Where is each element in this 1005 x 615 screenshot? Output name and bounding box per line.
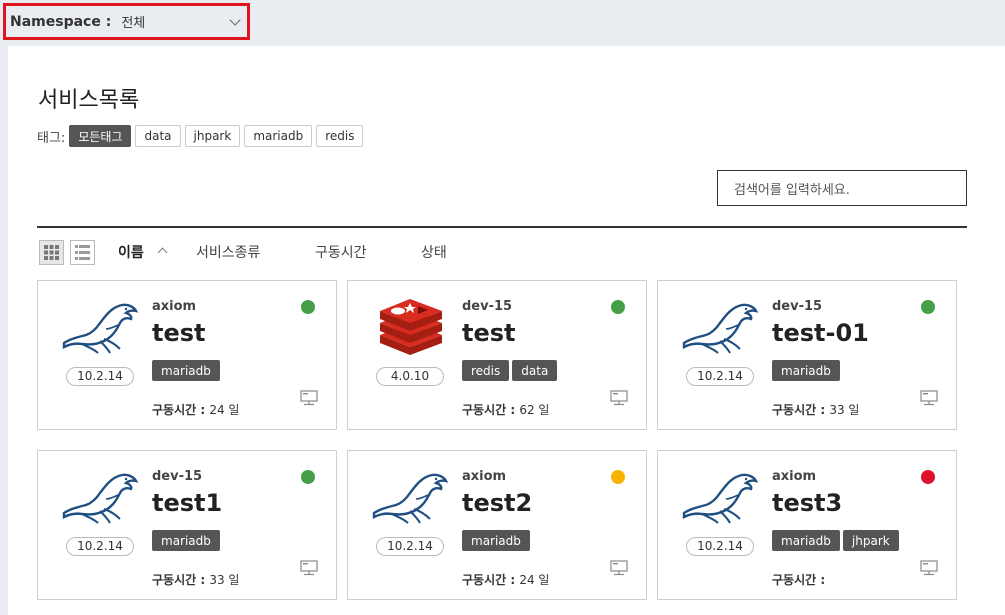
mariadb-seal-icon [680, 465, 760, 525]
monitor-icon[interactable] [610, 390, 628, 406]
version-badge: 10.2.14 [686, 367, 754, 386]
tag-filter-redis[interactable]: redis [316, 125, 364, 147]
uptime-text: 구동시간 : 33 일 [152, 571, 239, 588]
mariadb-seal-icon [370, 465, 450, 525]
uptime-text: 구동시간 : 24 일 [462, 571, 549, 588]
sort-by-uptime[interactable]: 구동시간 [315, 242, 367, 262]
card-tag: mariadb [152, 360, 220, 381]
service-card[interactable]: 10.2.14 axiom test2 mariadb 구동시간 : 24 일 [347, 450, 647, 600]
list-view-button[interactable] [70, 240, 95, 265]
mariadb-seal-icon [680, 295, 760, 355]
uptime-label: 구동시간 : [152, 403, 206, 417]
mariadb-seal-icon [60, 295, 140, 355]
tag-filter-jhpark[interactable]: jhpark [184, 125, 241, 147]
uptime-label: 구동시간 : [772, 573, 826, 587]
card-namespace: dev-15 [462, 299, 513, 314]
card-namespace: axiom [772, 469, 817, 484]
monitor-icon[interactable] [300, 560, 318, 576]
grid-icon [44, 245, 59, 260]
namespace-value: 전체 [121, 16, 146, 31]
uptime-value: 33 일 [209, 573, 240, 587]
service-card[interactable]: 4.0.10 dev-15 test redis data 구동시간 : 62 일 [347, 280, 647, 430]
page-title: 서비스목록 [38, 88, 140, 113]
version-badge: 10.2.14 [66, 537, 134, 556]
uptime-value: 24 일 [519, 573, 550, 587]
card-service-name[interactable]: test-01 [772, 319, 869, 347]
card-tag: mariadb [152, 530, 220, 551]
list-icon [75, 245, 90, 260]
card-tag: jhpark [842, 530, 899, 551]
service-card[interactable]: 10.2.14 dev-15 test-01 mariadb 구동시간 : 33 일 [657, 280, 957, 430]
search-input[interactable]: 검색어를 입력하세요. [717, 170, 967, 206]
mariadb-seal-icon [60, 465, 140, 525]
version-badge: 10.2.14 [66, 367, 134, 386]
status-dot [611, 300, 625, 314]
service-card[interactable]: 10.2.14 axiom test3 mariadb jhpark 구동시간 : [657, 450, 957, 600]
card-service-name[interactable]: test [152, 319, 206, 347]
card-service-name[interactable]: test3 [772, 489, 842, 517]
card-namespace: axiom [462, 469, 507, 484]
monitor-icon[interactable] [610, 560, 628, 576]
service-card[interactable]: 10.2.14 dev-15 test1 mariadb 구동시간 : 33 일 [37, 450, 337, 600]
card-tags: mariadb jhpark [772, 530, 902, 551]
namespace-label: Namespace : [10, 13, 112, 30]
card-tag: mariadb [772, 360, 840, 381]
status-dot [921, 470, 935, 484]
grid-view-button[interactable] [39, 240, 64, 265]
uptime-value: 33 일 [829, 403, 860, 417]
uptime-text: 구동시간 : [772, 571, 825, 588]
tag-filter-all[interactable]: 모든태그 [69, 125, 132, 147]
monitor-icon[interactable] [920, 560, 938, 576]
tag-filter: 태그: 모든태그 data jhpark mariadb redis [37, 125, 367, 147]
card-tag: mariadb [772, 530, 840, 551]
namespace-select[interactable]: Namespace : 전체 [3, 3, 250, 40]
version-badge: 4.0.10 [376, 367, 444, 386]
card-namespace: dev-15 [152, 469, 203, 484]
service-card[interactable]: 10.2.14 axiom test mariadb 구동시간 : 24 일 [37, 280, 337, 430]
sort-ascending-icon [157, 247, 168, 258]
sort-by-name[interactable]: 이름 [118, 242, 144, 262]
card-tags: mariadb [462, 530, 533, 551]
card-tag: mariadb [462, 530, 530, 551]
uptime-text: 구동시간 : 33 일 [772, 401, 859, 418]
card-tags: mariadb [152, 360, 223, 381]
status-dot [611, 470, 625, 484]
card-namespace: axiom [152, 299, 197, 314]
card-tag: redis [462, 360, 510, 381]
status-dot [301, 300, 315, 314]
monitor-icon[interactable] [300, 390, 318, 406]
version-badge: 10.2.14 [686, 537, 754, 556]
uptime-label: 구동시간 : [462, 573, 516, 587]
monitor-icon[interactable] [920, 390, 938, 406]
uptime-text: 구동시간 : 62 일 [462, 401, 549, 418]
card-service-name[interactable]: test2 [462, 489, 532, 517]
tag-filter-mariadb[interactable]: mariadb [244, 125, 313, 147]
redis-cube-icon [370, 295, 450, 355]
status-dot [301, 470, 315, 484]
uptime-label: 구동시간 : [772, 403, 826, 417]
status-dot [921, 300, 935, 314]
sort-by-service-type[interactable]: 서비스종류 [196, 242, 260, 262]
card-service-name[interactable]: test [462, 319, 516, 347]
uptime-value: 24 일 [209, 403, 240, 417]
tag-filter-data[interactable]: data [135, 125, 181, 147]
divider [37, 226, 967, 228]
version-badge: 10.2.14 [376, 537, 444, 556]
chevron-down-icon [229, 14, 241, 26]
uptime-value: 62 일 [519, 403, 550, 417]
uptime-text: 구동시간 : 24 일 [152, 401, 239, 418]
card-service-name[interactable]: test1 [152, 489, 222, 517]
tag-filter-label: 태그: [37, 130, 66, 146]
card-tags: mariadb [772, 360, 843, 381]
card-tags: mariadb [152, 530, 223, 551]
card-namespace: dev-15 [772, 299, 823, 314]
uptime-label: 구동시간 : [462, 403, 516, 417]
sort-by-status[interactable]: 상태 [421, 242, 447, 262]
uptime-label: 구동시간 : [152, 573, 206, 587]
service-list-panel: 서비스목록 태그: 모든태그 data jhpark mariadb redis… [8, 46, 1005, 615]
card-tags: redis data [462, 360, 560, 381]
card-tag: data [512, 360, 558, 381]
